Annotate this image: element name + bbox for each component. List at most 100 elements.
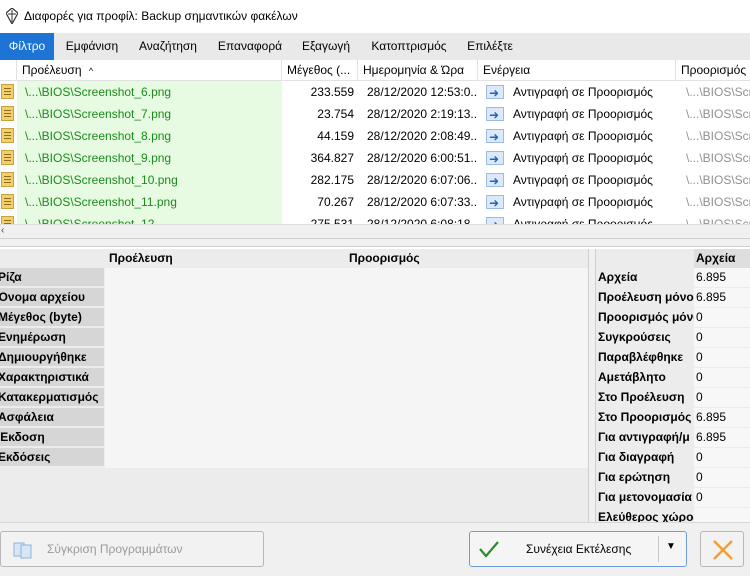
table-row[interactable]: \...\BIOS\Screenshot_11.png 70.267 28/12… bbox=[0, 191, 750, 213]
table-row[interactable]: \...\BIOS\Screenshot_6.png 233.559 28/12… bbox=[0, 81, 750, 103]
table-row[interactable]: \...\BIOS\Screenshot_10.png 282.175 28/1… bbox=[0, 169, 750, 191]
menu-view[interactable]: Εμφάνιση bbox=[56, 33, 128, 60]
image-file-icon bbox=[1, 216, 14, 224]
stat-label: Για αντιγραφή/μ bbox=[596, 428, 694, 447]
stat-label: Για διαγραφή bbox=[596, 448, 694, 467]
detail-label-attributes: Χαρακτηριστικά bbox=[0, 368, 104, 387]
stat-label: Για μετονομασία bbox=[596, 488, 694, 507]
column-header-destination[interactable]: Προορισμός bbox=[676, 60, 750, 81]
stat-value: 6.895 bbox=[694, 288, 750, 307]
close-x-icon bbox=[713, 540, 733, 560]
row-action[interactable]: Αντιγραφή σε Προορισμός bbox=[478, 213, 676, 224]
row-action-label: Αντιγραφή σε Προορισμός bbox=[513, 173, 653, 187]
table-row[interactable]: \...\BIOS\Screenshot_7.png 23.754 28/12/… bbox=[0, 103, 750, 125]
row-size: 23.754 bbox=[317, 107, 354, 121]
row-action[interactable]: Αντιγραφή σε Προορισμός bbox=[478, 103, 676, 125]
detail-label-versions: Εκδόσεις bbox=[0, 448, 104, 467]
compare-files-icon bbox=[13, 542, 32, 559]
panel-splitter[interactable] bbox=[0, 238, 750, 247]
row-source: \...\BIOS\Screenshot_10.png bbox=[17, 169, 282, 191]
row-source: \...\BIOS\Screenshot_8.png bbox=[17, 125, 282, 147]
stat-value: 0 bbox=[694, 308, 750, 327]
sort-ascending-icon: ^ bbox=[88, 66, 94, 76]
app-logo-icon bbox=[6, 8, 18, 24]
column-header-action[interactable]: Ενέργεια bbox=[478, 60, 676, 81]
scroll-left-icon[interactable]: ‹ bbox=[1, 225, 4, 236]
stat-value: 0 bbox=[694, 448, 750, 467]
statistics-panel: Αρχεία Αρχεία 6.895 Προέλευση μόνο 6.895… bbox=[596, 249, 750, 522]
chevron-down-icon[interactable]: ▼ bbox=[666, 541, 676, 552]
row-size: 44.159 bbox=[317, 129, 354, 143]
row-action[interactable]: Αντιγραφή σε Προορισμός bbox=[478, 147, 676, 169]
stat-label: Παραβλέφθηκε bbox=[596, 348, 694, 367]
file-icon-cell bbox=[0, 213, 17, 224]
table-row[interactable]: \...\BIOS\Screenshot_9.png 364.827 28/12… bbox=[0, 147, 750, 169]
row-action-label: Αντιγραφή σε Προορισμός bbox=[513, 107, 653, 121]
menu-select[interactable]: Επιλέξτε bbox=[460, 33, 520, 60]
row-destination: \...\BIOS\Scr bbox=[686, 173, 750, 187]
stat-label: Για ερώτηση bbox=[596, 468, 694, 487]
table-row[interactable]: \...\BIOS\Screenshot_8.png 44.159 28/12/… bbox=[0, 125, 750, 147]
row-action[interactable]: Αντιγραφή σε Προορισμός bbox=[478, 81, 676, 103]
details-header-destination: Προορισμός bbox=[349, 251, 420, 265]
stat-label: Συγκρούσεις bbox=[596, 328, 694, 347]
row-source: \...\BIOS\Screenshot_6.png bbox=[17, 81, 282, 103]
stat-label: Ελεύθερος χώρος bbox=[596, 508, 694, 522]
stat-value: 6.895 bbox=[694, 268, 750, 287]
detail-label-security: Ασφάλεια bbox=[0, 408, 104, 427]
copy-right-arrow-icon bbox=[486, 104, 504, 125]
stat-label: Στο Προορισμός bbox=[596, 408, 694, 427]
stat-value: 0 bbox=[694, 328, 750, 347]
row-action-label: Αντιγραφή σε Προορισμός bbox=[513, 195, 653, 209]
row-date: 28/12/2020 2:19:13... bbox=[367, 107, 478, 121]
continue-execution-button[interactable]: Συνέχεια Εκτέλεσης ▼ bbox=[469, 531, 687, 567]
stat-value: 6.895 bbox=[694, 428, 750, 447]
row-action-label: Αντιγραφή σε Προορισμός bbox=[513, 85, 653, 99]
menu-bar: Φίλτρο Εμφάνιση Αναζήτηση Επαναφορά Εξαγ… bbox=[0, 33, 750, 60]
copy-right-arrow-icon bbox=[486, 192, 504, 213]
row-destination: \...\BIOS\Scr bbox=[686, 151, 750, 165]
copy-right-arrow-icon bbox=[486, 170, 504, 191]
file-list-header: Προέλευση ^ Μέγεθος (... Ημερομηνία & Ώρ… bbox=[0, 60, 750, 81]
row-size: 233.559 bbox=[310, 85, 354, 99]
stat-value: 0 bbox=[694, 388, 750, 407]
menu-restore[interactable]: Επαναφορά bbox=[210, 33, 290, 60]
cancel-button[interactable] bbox=[700, 531, 744, 567]
details-content-area bbox=[105, 268, 588, 468]
stat-label: Αρχεία bbox=[596, 268, 694, 287]
row-date: 28/12/2020 6:07:33... bbox=[367, 195, 478, 209]
title-bar: Διαφορές για προφίλ: Backup σημαντικών φ… bbox=[0, 0, 750, 33]
file-icon-cell bbox=[0, 81, 17, 103]
file-list: Προέλευση ^ Μέγεθος (... Ημερομηνία & Ώρ… bbox=[0, 60, 750, 224]
checkmark-icon bbox=[479, 541, 499, 558]
row-date: 28/12/2020 12:53:0... bbox=[367, 85, 478, 99]
bottom-bar: Σύγκριση Προγραμμάτων Συνέχεια Εκτέλεσης… bbox=[0, 522, 750, 576]
column-header-date[interactable]: Ημερομηνία & Ώρα bbox=[358, 60, 478, 81]
menu-search[interactable]: Αναζήτηση bbox=[130, 33, 206, 60]
stat-label: Προέλευση μόνο bbox=[596, 288, 694, 307]
row-destination: \...\BIOS\Scr bbox=[686, 107, 750, 121]
menu-filter[interactable]: Φίλτρο bbox=[0, 33, 54, 60]
column-header-size[interactable]: Μέγεθος (... bbox=[282, 60, 358, 81]
icon-column-header bbox=[0, 60, 17, 81]
row-source: \...\BIOS\Screenshot_12... bbox=[17, 213, 282, 224]
column-header-source[interactable]: Προέλευση ^ bbox=[17, 60, 282, 81]
menu-export[interactable]: Εξαγωγή bbox=[294, 33, 358, 60]
stat-value: 0 bbox=[694, 368, 750, 387]
row-action[interactable]: Αντιγραφή σε Προορισμός bbox=[478, 191, 676, 213]
row-action[interactable]: Αντιγραφή σε Προορισμός bbox=[478, 169, 676, 191]
stat-value: 0 bbox=[694, 468, 750, 487]
window-title: Διαφορές για προφίλ: Backup σημαντικών φ… bbox=[24, 9, 298, 23]
menu-mirror[interactable]: Κατοπτρισμός bbox=[362, 33, 456, 60]
row-date: 28/12/2020 6:00:51... bbox=[367, 151, 478, 165]
row-action-label: Αντιγραφή σε Προορισμός bbox=[513, 217, 653, 224]
vertical-splitter[interactable] bbox=[588, 249, 596, 522]
table-row[interactable]: \...\BIOS\Screenshot_12... 275.531 28/12… bbox=[0, 213, 750, 224]
row-action[interactable]: Αντιγραφή σε Προορισμός bbox=[478, 125, 676, 147]
row-size: 70.267 bbox=[317, 195, 354, 209]
horizontal-scrollbar[interactable]: ‹ bbox=[0, 224, 750, 238]
detail-label-root: Ρίζα bbox=[0, 268, 104, 287]
stat-value bbox=[694, 508, 750, 522]
compare-programs-button[interactable]: Σύγκριση Προγραμμάτων bbox=[0, 531, 264, 567]
row-date: 28/12/2020 2:08:49... bbox=[367, 129, 478, 143]
